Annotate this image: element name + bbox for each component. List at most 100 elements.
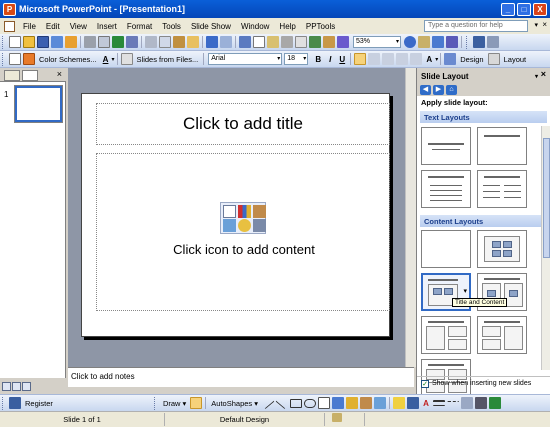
menu-file[interactable]: File — [18, 22, 41, 31]
show-when-inserting-checkbox[interactable]: ✓ — [421, 379, 429, 388]
insert-media-icon[interactable] — [253, 219, 266, 232]
cut-icon[interactable] — [145, 36, 157, 48]
task-pane-scrollbar[interactable] — [541, 126, 550, 370]
menu-slide-show[interactable]: Slide Show — [186, 22, 236, 31]
italic-button[interactable]: I — [324, 55, 336, 64]
print-preview-icon[interactable] — [98, 36, 110, 48]
undo-icon[interactable] — [206, 36, 218, 48]
menu-insert[interactable]: Insert — [92, 22, 122, 31]
slide-icon[interactable] — [9, 53, 21, 65]
grayscale-icon[interactable] — [337, 36, 349, 48]
content-placeholder[interactable]: Click icon to add content — [96, 153, 390, 311]
spelling-status[interactable] — [325, 413, 365, 426]
font-color-button[interactable]: A — [100, 55, 112, 64]
insert-picture-icon[interactable] — [223, 219, 236, 232]
email-icon[interactable] — [65, 36, 77, 48]
dash-style-icon[interactable] — [447, 401, 460, 405]
maximize-button[interactable]: □ — [517, 2, 531, 16]
options-icon[interactable] — [487, 36, 499, 48]
insert-table-icon[interactable] — [253, 36, 265, 48]
zoom-combo[interactable]: 53% ▾ — [353, 36, 401, 48]
slides-tab[interactable] — [22, 70, 38, 81]
layout-title-content-and-two-content[interactable] — [421, 316, 471, 354]
increase-font-icon[interactable]: A — [423, 55, 435, 64]
zoom-dropdown-icon[interactable]: ▾ — [396, 37, 399, 47]
bold-button[interactable]: B — [312, 55, 324, 64]
layout-options-dropdown-icon[interactable]: ▾ — [463, 287, 467, 295]
design-button[interactable]: Design — [460, 55, 483, 64]
toolbar-grip[interactable] — [2, 35, 5, 49]
close-button[interactable]: X — [533, 2, 547, 16]
shadow-style-icon[interactable] — [475, 397, 488, 409]
rectangle-icon[interactable] — [290, 398, 303, 408]
register-icon[interactable] — [9, 397, 21, 409]
help-dropdown-icon[interactable]: ▾ — [534, 21, 538, 29]
help-search-input[interactable]: Type a question for help — [424, 20, 528, 32]
layout-title-and-two-column-text[interactable] — [477, 170, 527, 208]
layout-title-only[interactable] — [477, 127, 527, 165]
arrow-icon[interactable] — [275, 396, 289, 410]
new-icon[interactable] — [9, 36, 21, 48]
wordart-icon[interactable] — [332, 397, 345, 409]
layout-title-and-text[interactable] — [421, 170, 471, 208]
title-placeholder[interactable]: Click to add title — [96, 103, 390, 145]
line-style-icon[interactable] — [433, 400, 446, 406]
research-icon[interactable] — [126, 36, 138, 48]
center-icon[interactable] — [368, 53, 381, 65]
font-color-dropdown-icon[interactable]: ▾ — [112, 56, 115, 63]
font-color-draw-button[interactable]: A — [420, 399, 432, 408]
font-dropdown-icon[interactable]: ▾ — [277, 54, 280, 64]
home-icon[interactable]: ⌂ — [446, 85, 457, 95]
insert-diagram-icon[interactable] — [238, 219, 251, 232]
insert-clip-art-icon[interactable] — [253, 205, 266, 218]
save-icon[interactable] — [37, 36, 49, 48]
content-layouts-header[interactable]: Content Layouts — [420, 214, 548, 227]
tools-icon[interactable] — [418, 36, 430, 48]
hyperlink-icon[interactable] — [239, 36, 251, 48]
redo-icon[interactable] — [220, 36, 232, 48]
arrow-style-icon[interactable] — [461, 397, 474, 409]
menu-pptools[interactable]: PPTools — [301, 22, 340, 31]
design-icon[interactable] — [444, 53, 457, 65]
slide-sorter-view-icon[interactable] — [12, 381, 21, 391]
layout-blank[interactable] — [421, 230, 471, 268]
insert-table-icon[interactable] — [223, 205, 236, 218]
slides-pane-close-icon[interactable]: × — [57, 69, 62, 79]
menu-view[interactable]: View — [65, 22, 92, 31]
font-size-dropdown-icon[interactable]: ▾ — [303, 54, 306, 64]
numbering-icon[interactable] — [396, 53, 409, 65]
menu-tools[interactable]: Tools — [157, 22, 186, 31]
underline-button[interactable]: U — [336, 55, 348, 64]
expand-all-icon[interactable] — [309, 36, 321, 48]
help-icon[interactable] — [404, 36, 416, 48]
pptools-icon[interactable] — [446, 36, 458, 48]
diagram-icon[interactable] — [346, 397, 359, 409]
format-painter-icon[interactable] — [187, 36, 199, 48]
powerpoint-app-icon[interactable]: P — [3, 2, 16, 16]
document-close-icon[interactable]: × — [542, 20, 547, 29]
oval-icon[interactable] — [304, 398, 317, 408]
layout-content[interactable] — [477, 230, 527, 268]
minimize-button[interactable]: _ — [501, 2, 515, 16]
slides-from-files-button[interactable]: Slides from Files... — [137, 55, 199, 64]
slides-from-files-icon[interactable] — [120, 53, 133, 65]
layout-button[interactable]: Layout — [504, 55, 527, 64]
menu-window[interactable]: Window — [236, 22, 274, 31]
copy-icon[interactable] — [159, 36, 171, 48]
draw-menu-button[interactable]: Draw ▾ — [163, 399, 186, 408]
color-schemes-icon[interactable] — [23, 53, 35, 65]
normal-view-icon[interactable] — [2, 381, 11, 391]
3d-style-icon[interactable] — [489, 397, 502, 409]
toolbar-grip[interactable] — [2, 52, 5, 66]
layout-title-two-content-and-content[interactable] — [477, 316, 527, 354]
font-size-combo[interactable]: 18 ▾ — [284, 53, 309, 65]
forward-icon[interactable]: ▶ — [433, 85, 444, 95]
text-layouts-header[interactable]: Text Layouts — [420, 110, 547, 123]
task-pane-dropdown-icon[interactable]: ▾ — [535, 73, 538, 80]
layout-icon[interactable] — [487, 53, 500, 65]
task-pane-scroll-thumb[interactable] — [543, 138, 550, 258]
select-objects-icon[interactable] — [190, 397, 203, 409]
design-name-status[interactable]: Default Design — [165, 413, 325, 426]
align-left-icon[interactable] — [354, 53, 367, 65]
clip-art-icon[interactable] — [360, 397, 373, 409]
